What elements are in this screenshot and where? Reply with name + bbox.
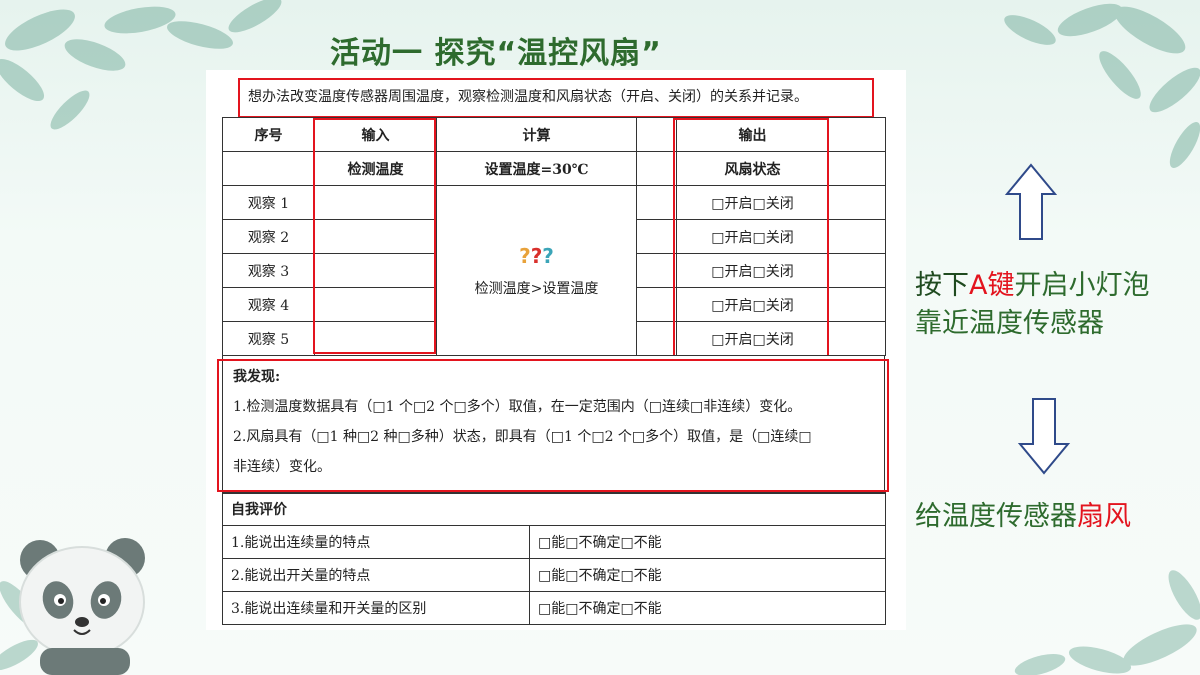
leaf-decoration-bottom-right xyxy=(1014,570,1200,675)
table-row: 2.能说出开关量的特点 □能□不确定□不能 xyxy=(222,558,886,592)
temperature-input-cell[interactable] xyxy=(314,321,437,356)
note-near-sensor: 靠近温度传感器 xyxy=(915,308,1104,339)
table-row: 3.能说出连续量和开关量的区别 □能□不确定□不能 xyxy=(222,591,886,625)
self-eval-options[interactable]: □能□不确定□不能 xyxy=(529,558,886,592)
fan-status-checkbox[interactable]: □开启□关闭 xyxy=(676,287,829,322)
header-input: 输入 xyxy=(314,117,437,152)
row-label: 观察 1 xyxy=(222,185,315,220)
fan-status-checkbox[interactable]: □开启□关闭 xyxy=(676,321,829,356)
fan-status-checkbox[interactable]: □开启□关闭 xyxy=(676,253,829,288)
findings-line-1: 1.检测温度数据具有（□1 个□2 个□多个）取值，在一定范围内（□连续□非连续… xyxy=(233,399,802,415)
header-index: 序号 xyxy=(222,117,315,152)
header-output: 输出 xyxy=(676,117,829,152)
self-eval-item: 1.能说出连续量的特点 xyxy=(222,525,530,559)
note-press-a: 按下A键开启小灯泡 xyxy=(915,270,1150,301)
self-eval-heading: 自我评价 xyxy=(222,492,886,526)
observation-table: 序号 输入 计算 输出 检测温度 设置温度=30℃ 风扇状态 观察 1 ??? … xyxy=(222,117,886,356)
self-eval-item: 2.能说出开关量的特点 xyxy=(222,558,530,592)
header-output-sub: 风扇状态 xyxy=(676,151,829,186)
table-row: 1.能说出连续量的特点 □能□不确定□不能 xyxy=(222,525,886,559)
panda-illustration xyxy=(19,538,145,675)
self-eval-options[interactable]: □能□不确定□不能 xyxy=(529,525,886,559)
note-fan-sensor: 给温度传感器扇风 xyxy=(915,501,1131,532)
fan-status-checkbox[interactable]: □开启□关闭 xyxy=(676,185,829,220)
findings-line-2: 2.风扇具有（□1 种□2 种□多种）状态，即具有（□1 个□2 个□多个）取值… xyxy=(233,429,812,445)
findings-heading: 我发现: xyxy=(233,369,281,385)
header-calc-sub: 设置温度=30℃ xyxy=(436,151,637,186)
temperature-input-cell[interactable] xyxy=(314,287,437,322)
arrow-down-icon xyxy=(1017,398,1071,475)
fan-status-checkbox[interactable]: □开启□关闭 xyxy=(676,219,829,254)
findings-section: 我发现: 1.检测温度数据具有（□1 个□2 个□多个）取值，在一定范围内（□连… xyxy=(222,355,885,494)
table-row: 观察 1 ??? 检测温度>设置温度 □开启□关闭 xyxy=(222,185,886,356)
header-input-sub: 检测温度 xyxy=(314,151,437,186)
temperature-input-cell[interactable] xyxy=(314,219,437,254)
page-title: 活动一 探究“温控风扇” xyxy=(330,36,662,71)
row-label: 观察 2 xyxy=(222,219,315,254)
row-label: 观察 5 xyxy=(222,321,315,356)
leaf-decoration-top-right xyxy=(1004,3,1200,168)
calc-cell: ??? 检测温度>设置温度 xyxy=(436,185,637,356)
header-calc: 计算 xyxy=(436,117,637,152)
temperature-input-cell[interactable] xyxy=(314,185,437,220)
row-label: 观察 3 xyxy=(222,253,315,288)
findings-line-3: 非连续）变化。 xyxy=(233,459,331,475)
temperature-input-cell[interactable] xyxy=(314,253,437,288)
question-marks-icon: ??? xyxy=(519,243,554,268)
self-eval-options[interactable]: □能□不确定□不能 xyxy=(529,591,886,625)
self-evaluation-table: 自我评价 1.能说出连续量的特点 □能□不确定□不能 2.能说出开关量的特点 □… xyxy=(222,492,886,625)
calc-note: 检测温度>设置温度 xyxy=(474,280,599,297)
instruction-text: 想办法改变温度传感器周围温度，观察检测温度和风扇状态（开启、关闭）的关系并记录。 xyxy=(238,78,874,118)
row-label: 观察 4 xyxy=(222,287,315,322)
self-eval-item: 3.能说出连续量和开关量的区别 xyxy=(222,591,530,625)
arrow-up-icon xyxy=(1004,163,1058,240)
